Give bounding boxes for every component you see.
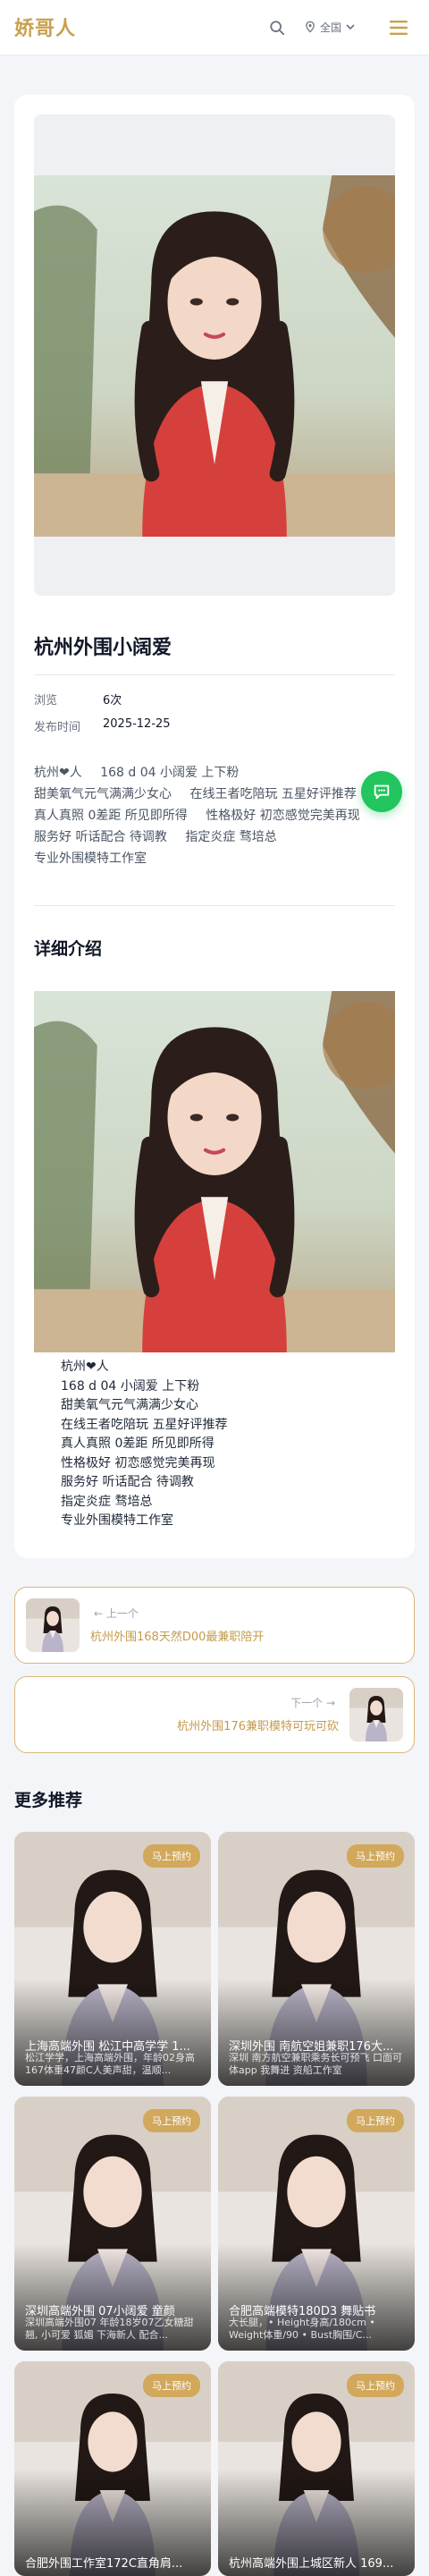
detail-line: 服务好 听话配合 待调教 [61,1475,194,1489]
recommend-card[interactable]: 马上预约 合肥外围工作室172C直角肩... [14,2361,211,2576]
recommend-title: 合肥外围工作室172C直角肩... [25,2557,183,2571]
tag: 甜美氧气元气满满少女心 [34,787,172,801]
recommend-heading: 更多推荐 [14,1791,83,1810]
tag: 专业外围模特工作室 [34,852,147,866]
next-post-title: 杭州外围176兼职模特可玩可砍 [177,1720,339,1733]
detail-line: 性格极好 初恋感觉完美再现 [61,1455,215,1470]
detail-line: 杭州❤人 [61,1360,109,1374]
tag: 168 d 04 小阔爱 上下粉 [100,766,240,780]
detail-line: 168 d 04 小阔爱 上下粉 [61,1378,200,1394]
tag-list: 杭州❤人 168 d 04 小阔爱 上下粉 甜美氧气元气满满少女心 在线王者吃陪… [34,762,395,869]
location-pin-icon [306,21,315,33]
hero-image-frame [34,114,395,596]
book-now-badge[interactable]: 马上预约 [347,2374,404,2397]
prev-label: ← 上一个 [94,1607,139,1620]
recommend-card[interactable]: 马上预约 杭州高端外围上城区新人 169... [218,2361,415,2576]
detail-line: 指定炎症 骛培总 [61,1494,153,1509]
chevron-down-icon [346,24,355,30]
menu-button[interactable] [386,15,411,40]
recommend-desc: 松江学学，上海高端外围，年龄02身高167体重47颜C人美声甜，温顺... [25,2052,195,2076]
recommend-card[interactable]: 马上预约 深圳外围 南航空姐兼职176大... 深圳 南方航空兼职乘务长可预飞 … [218,1832,415,2086]
detail-line: 真人真照 0差距 所见即所得 [61,1436,214,1451]
detail-line: 在线王者吃陪玩 五星好评推荐 [61,1417,228,1432]
site-logo[interactable]: 娇哥人 [14,13,76,41]
prev-post-title: 杭州外围168天然D00最兼职陪开 [90,1631,265,1644]
recommend-card[interactable]: 马上预约 上海高端外围 松江中高学学 1... 松江学学，上海高端外围，年龄02… [14,1832,211,2086]
detail-list: 杭州❤人 168 d 04 小阔爱 上下粉 甜美氧气元气满满少女心 在线王者吃陪… [61,1358,383,1531]
next-label: 下一个 → [290,1697,335,1709]
detail-line: 专业外围模特工作室 [61,1513,173,1528]
page-title: 杭州外围小阔爱 [34,637,172,659]
article-card: 杭州外围小阔爱 浏览 6次 发布时间 2025-12-25 杭州❤人 168 d… [14,95,415,1558]
detail-photo[interactable] [34,991,395,1352]
recommend-card[interactable]: 马上预约 合肥高端模特180D3 舞贴书 大长腿，• Height身高/180c… [218,2097,415,2351]
next-post-link[interactable]: 下一个 → 杭州外围176兼职模特可玩可砍 [14,1676,415,1753]
hero-photo[interactable] [34,175,395,537]
views-label: 浏览 [34,694,58,708]
publish-date-label: 发布时间 [34,721,81,734]
tag: 服务好 听话配合 待调教 [34,830,167,844]
book-now-badge[interactable]: 马上预约 [143,2109,200,2132]
detail-line: 甜美氧气元气满满少女心 [61,1398,198,1412]
chat-bubble-icon [374,784,390,800]
tag: 指定炎症 骛培总 [185,830,277,844]
book-now-badge[interactable]: 马上预约 [347,2109,404,2132]
prev-post-link[interactable]: ← 上一个 杭州外围168天然D00最兼职陪开 [14,1587,415,1664]
tag: 性格极好 初恋感觉完美再现 [206,809,360,823]
tag: 真人真照 0差距 所见即所得 [34,809,188,823]
top-bar: 娇哥人 全国 [0,0,429,55]
divider [34,674,395,675]
detail-heading: 详细介绍 [34,939,103,959]
recommend-desc: 大长腿，• Height身高/180cm • Weight体重/90 • Bus… [229,2317,375,2341]
book-now-badge[interactable]: 马上预约 [347,1844,404,1868]
book-now-badge[interactable]: 马上预约 [143,2374,200,2397]
search-button[interactable] [265,15,290,40]
location-selector[interactable]: 全国 [304,14,356,39]
chat-button[interactable] [361,771,402,812]
hamburger-icon [390,21,408,35]
search-icon [270,21,285,36]
recommend-card[interactable]: 马上预约 深圳高端外围 07小阔爱 童颜 深圳高端外围07 年龄18岁07乙女糖… [14,2097,211,2351]
recommend-title: 杭州高端外围上城区新人 169... [229,2557,394,2571]
publish-date-value: 2025-12-25 [103,717,171,731]
book-now-badge[interactable]: 马上预约 [143,1844,200,1868]
next-post-thumbnail [349,1688,403,1741]
tag: 在线王者吃陪玩 五星好评推荐 [189,787,357,801]
recommend-desc: 深圳高端外围07 年龄18岁07乙女糖甜翘, 小可爱 狐媚 下海新人 配合... [25,2317,194,2341]
views-value: 6次 [103,694,122,708]
location-label: 全国 [320,21,342,34]
tag: 杭州❤人 [34,766,82,780]
divider [34,905,395,906]
recommend-desc: 深圳 南方航空兼职乘务长可预飞 口面可体app 我舞进 资船工作室 [229,2052,402,2076]
prev-post-thumbnail [26,1598,80,1652]
